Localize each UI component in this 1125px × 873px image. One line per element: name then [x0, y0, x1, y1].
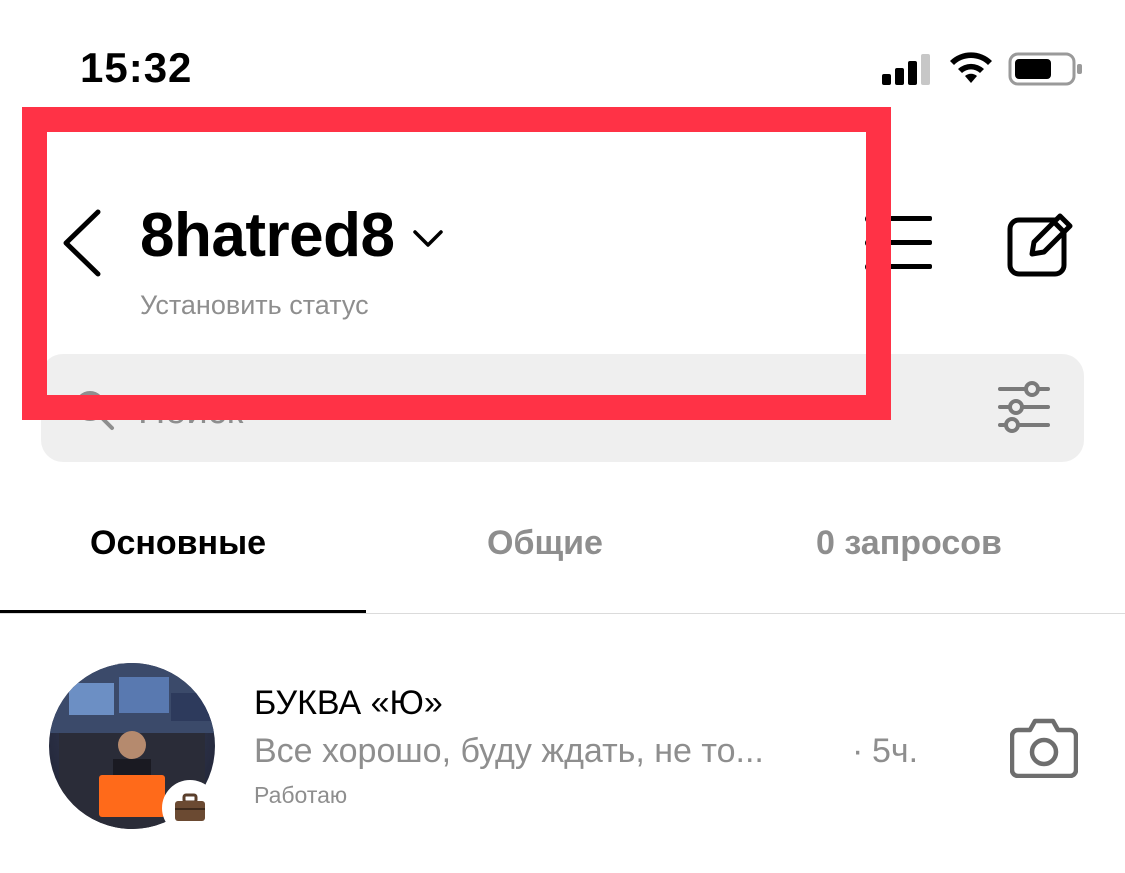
- set-status-link[interactable]: Установить статус: [140, 290, 369, 321]
- status-time: 15:32: [80, 44, 193, 91]
- conversation-separator: ·: [852, 732, 864, 770]
- compose-icon[interactable]: [1006, 210, 1076, 278]
- tabs-divider: [0, 613, 1125, 614]
- search-input[interactable]: [136, 380, 960, 442]
- search-icon: [75, 391, 114, 430]
- conversation-status: Работаю: [254, 782, 348, 808]
- tab-primary[interactable]: Основные: [90, 524, 266, 563]
- list-menu-icon[interactable]: [862, 213, 934, 273]
- chevron-left-icon[interactable]: [60, 208, 104, 278]
- wifi-icon: [950, 52, 992, 83]
- chevron-down-icon: [413, 229, 444, 247]
- conversation-time: 5ч.: [872, 732, 919, 770]
- cellular-signal-icon: [882, 54, 930, 85]
- conversation-name: БУКВА «Ю»: [254, 684, 443, 722]
- briefcase-badge: [162, 780, 218, 836]
- username-title: 8hatred8: [140, 201, 395, 270]
- account-switcher[interactable]: 8hatred8: [140, 200, 444, 271]
- tab-requests[interactable]: 0 запросов: [816, 524, 1002, 563]
- briefcase-icon: [175, 793, 205, 821]
- battery-icon: [1008, 52, 1082, 86]
- conversation-last-message: Все хорошо, буду ждать, не то...: [254, 732, 764, 770]
- camera-icon[interactable]: [1010, 716, 1078, 778]
- tab-general[interactable]: Общие: [487, 524, 603, 563]
- filter-sliders-icon[interactable]: [996, 380, 1052, 434]
